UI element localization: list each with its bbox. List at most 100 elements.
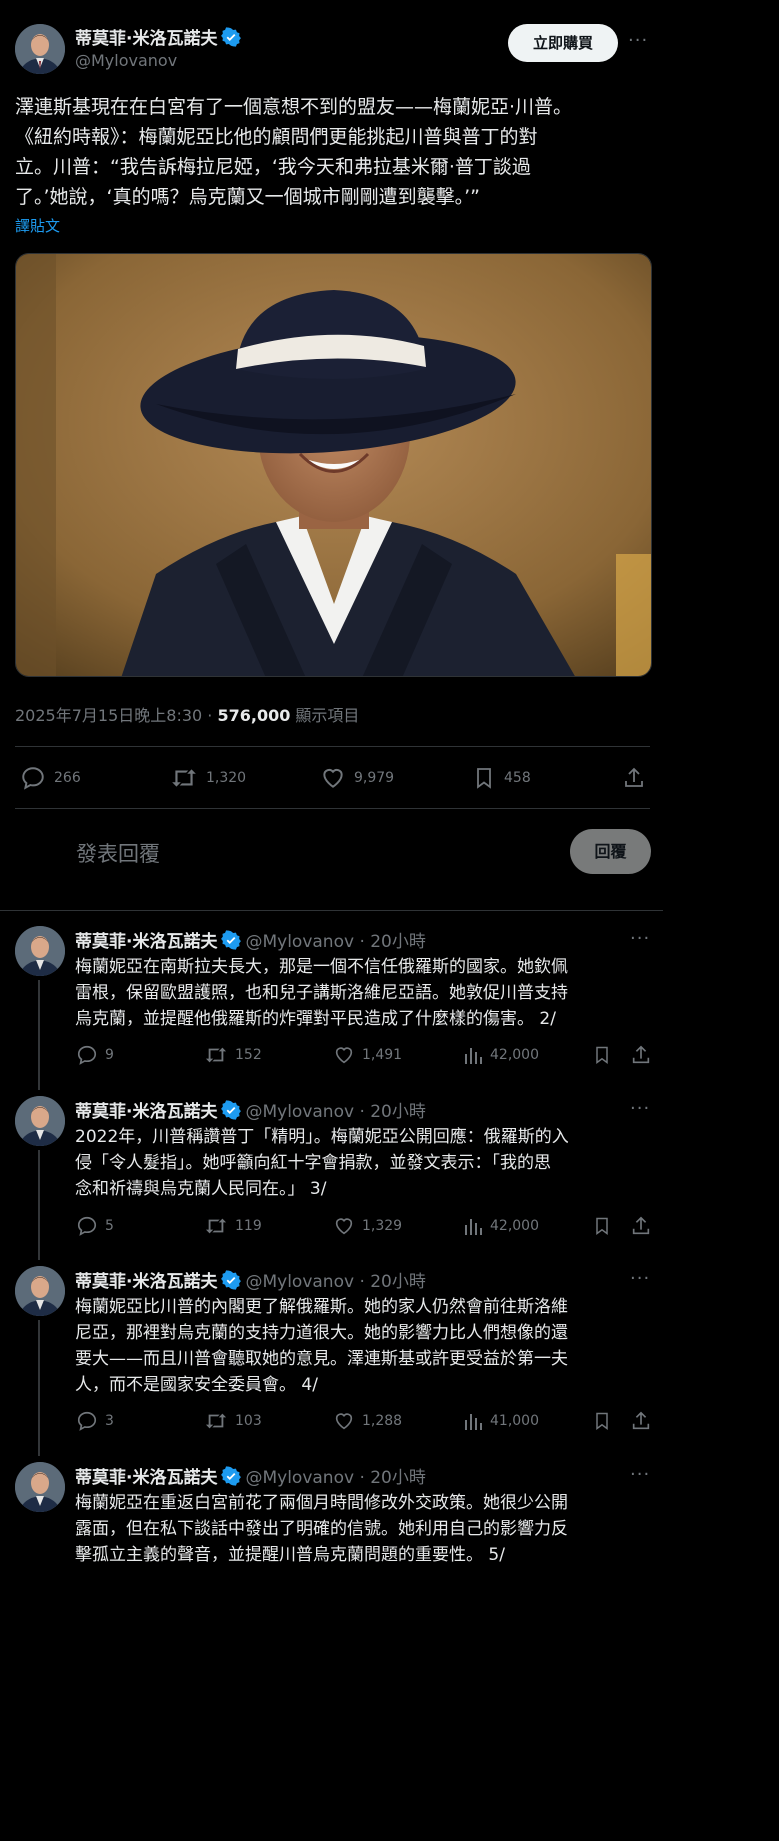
divider bbox=[15, 746, 650, 747]
share-icon[interactable] bbox=[630, 1044, 652, 1070]
reply-author-name[interactable]: 蒂莫菲·米洛瓦諾夫 bbox=[75, 1102, 217, 1122]
author-handle[interactable]: @Mylovanov bbox=[75, 51, 177, 70]
share-icon bbox=[625, 767, 643, 787]
repost-icon bbox=[205, 1047, 227, 1063]
reply-handle-time[interactable]: @Mylovanov · 20小時 bbox=[245, 932, 425, 952]
heart-icon bbox=[335, 1413, 353, 1430]
tweet-photo[interactable] bbox=[15, 253, 652, 677]
author-name[interactable]: 蒂莫菲·米洛瓦諾夫 bbox=[75, 24, 242, 49]
thread-connector bbox=[38, 980, 40, 1090]
reply-author-name[interactable]: 蒂莫菲·米洛瓦諾夫 bbox=[75, 1272, 217, 1292]
reply-action[interactable]: 9 bbox=[76, 1044, 114, 1066]
reply-handle-time[interactable]: @Mylovanov · 20小時 bbox=[245, 1102, 425, 1122]
views-chart-icon bbox=[465, 1219, 482, 1235]
reply-count: 9 bbox=[105, 1047, 114, 1063]
repost-icon bbox=[205, 1413, 227, 1429]
repost-action[interactable]: 119 bbox=[204, 1215, 262, 1237]
reply-icon bbox=[77, 1216, 97, 1236]
reply-text: 2022年，川普稱讚普丁「精明」。梅蘭妮亞公開回應：俄羅斯的入 侵「令人髮指」。… bbox=[75, 1124, 645, 1202]
share-icon[interactable] bbox=[630, 1410, 652, 1436]
reply-author-name[interactable]: 蒂莫菲·米洛瓦諾夫 bbox=[75, 1468, 217, 1488]
reply-avatar[interactable] bbox=[15, 1266, 65, 1316]
reply-action[interactable]: 5 bbox=[76, 1215, 114, 1237]
reply-text-line: 梅蘭妮亞比川普的內閣更了解俄羅斯。她的家人仍然會前往斯洛維 bbox=[75, 1297, 568, 1317]
reply-text-line: 露面，但在私下談話中發出了明確的信號。她利用自己的影響力反 bbox=[75, 1519, 568, 1539]
tweet-text-line: 立。川普：“我告訴梅拉尼婭，‘我今天和弗拉基米爾·普丁談過 bbox=[15, 156, 531, 178]
reply-action[interactable]: 3 bbox=[76, 1410, 114, 1432]
reply-text: 梅蘭妮亞在南斯拉夫長大，那是一個不信任俄羅斯的國家。她欽佩 雷根，保留歐盟護照，… bbox=[75, 954, 645, 1032]
repost-icon bbox=[205, 1218, 227, 1234]
reply-button[interactable]: 回覆 bbox=[570, 829, 651, 874]
views-count: 576,000 bbox=[217, 706, 291, 725]
reply-avatar[interactable] bbox=[15, 1096, 65, 1146]
author-avatar[interactable] bbox=[15, 24, 65, 74]
section-divider bbox=[0, 910, 663, 911]
divider bbox=[15, 808, 650, 809]
reply-header: 蒂莫菲·米洛瓦諾夫 @Mylovanov · 20小時 bbox=[75, 1267, 426, 1292]
more-options-icon[interactable]: ··· bbox=[630, 928, 650, 949]
tweet-text: 澤連斯基現在在白宮有了一個意想不到的盟友——梅蘭妮亞·川普。 《紐約時報》：梅蘭… bbox=[15, 92, 650, 212]
share-icon[interactable] bbox=[630, 1215, 652, 1241]
more-options-icon[interactable]: ··· bbox=[630, 1268, 650, 1289]
reply-handle-time[interactable]: @Mylovanov · 20小時 bbox=[245, 1468, 425, 1488]
views-action[interactable]: 41,000 bbox=[463, 1410, 539, 1432]
reply-text-line: 烏克蘭，並提醒他俄羅斯的炸彈對平民造成了什麼樣的傷害。 2/ bbox=[75, 1009, 556, 1029]
reply-text-line: 念和祈禱與烏克蘭人民同在。」 3/ bbox=[75, 1179, 327, 1199]
reply-action[interactable]: 266 bbox=[20, 765, 81, 791]
tweet-timestamp[interactable]: 2025年7月15日晚上8:30 bbox=[15, 706, 202, 725]
bookmark-icon[interactable] bbox=[592, 1410, 612, 1436]
reply-text-line: 梅蘭妮亞在南斯拉夫長大，那是一個不信任俄羅斯的國家。她欽佩 bbox=[75, 957, 568, 977]
heart-icon bbox=[335, 1218, 353, 1235]
repost-action[interactable]: 1,320 bbox=[170, 765, 246, 791]
heart-icon bbox=[335, 1047, 353, 1064]
like-action[interactable]: 1,288 bbox=[333, 1410, 402, 1432]
reply-handle-time[interactable]: @Mylovanov · 20小時 bbox=[245, 1272, 425, 1292]
share-action[interactable] bbox=[622, 765, 646, 791]
verified-badge-icon bbox=[221, 1466, 242, 1486]
thread-connector bbox=[38, 1320, 40, 1456]
tweet-text-line: 澤連斯基現在在白宮有了一個意想不到的盟友——梅蘭妮亞·川普。 bbox=[15, 96, 573, 118]
reply-text-line: 尼亞，那裡對烏克蘭的支持力道很大。她的影響力比人們想像的還 bbox=[75, 1323, 568, 1343]
reply-avatar[interactable] bbox=[15, 1462, 65, 1512]
reply-avatar[interactable] bbox=[15, 926, 65, 976]
reply-count: 266 bbox=[54, 770, 81, 786]
verified-badge-icon bbox=[221, 27, 242, 47]
more-options-icon[interactable]: ··· bbox=[630, 1464, 650, 1485]
meta-separator: · bbox=[202, 706, 218, 725]
views-label: 顯示項目 bbox=[290, 706, 360, 725]
views-action[interactable]: 42,000 bbox=[463, 1044, 539, 1066]
reply-author-name[interactable]: 蒂莫菲·米洛瓦諾夫 bbox=[75, 932, 217, 952]
like-action[interactable]: 1,329 bbox=[333, 1215, 402, 1237]
reply-input[interactable]: 發表回覆 bbox=[76, 838, 160, 868]
like-action[interactable]: 9,979 bbox=[320, 765, 394, 791]
more-options-icon[interactable]: ··· bbox=[628, 30, 648, 51]
verified-badge-icon bbox=[221, 1270, 242, 1290]
bookmark-icon[interactable] bbox=[592, 1215, 612, 1241]
buy-now-button[interactable]: 立即購買 bbox=[508, 24, 618, 62]
reply-icon bbox=[22, 767, 44, 790]
repost-count: 1,320 bbox=[206, 770, 247, 786]
like-count: 1,329 bbox=[362, 1218, 403, 1234]
views-count: 41,000 bbox=[490, 1413, 539, 1429]
like-count: 9,979 bbox=[354, 770, 395, 786]
repost-action[interactable]: 103 bbox=[204, 1410, 262, 1432]
repost-action[interactable]: 152 bbox=[204, 1044, 262, 1066]
bookmark-action[interactable]: 458 bbox=[472, 765, 531, 791]
like-action[interactable]: 1,491 bbox=[333, 1044, 402, 1066]
reply-text: 梅蘭妮亞比川普的內閣更了解俄羅斯。她的家人仍然會前往斯洛維 尼亞，那裡對烏克蘭的… bbox=[75, 1294, 645, 1398]
thread-connector bbox=[38, 1150, 40, 1260]
views-chart-icon bbox=[465, 1414, 482, 1430]
author-name-text[interactable]: 蒂莫菲·米洛瓦諾夫 bbox=[75, 29, 217, 49]
tweet-meta: 2025年7月15日晚上8:30 · 576,000 顯示項目 bbox=[15, 702, 359, 726]
verified-badge-icon bbox=[221, 930, 242, 950]
repost-icon bbox=[172, 769, 196, 787]
reply-text-line: 梅蘭妮亞在重返白宮前花了兩個月時間修改外交政策。她很少公開 bbox=[75, 1493, 568, 1513]
views-chart-icon bbox=[465, 1048, 482, 1064]
more-options-icon[interactable]: ··· bbox=[630, 1098, 650, 1119]
like-count: 1,288 bbox=[362, 1413, 403, 1429]
translate-post-link[interactable]: 譯貼文 bbox=[15, 215, 60, 236]
reply-text-line: 人，而不是國家安全委員會。 4/ bbox=[75, 1375, 318, 1395]
bookmark-icon[interactable] bbox=[592, 1044, 612, 1070]
views-action[interactable]: 42,000 bbox=[463, 1215, 539, 1237]
repost-count: 103 bbox=[235, 1413, 262, 1429]
